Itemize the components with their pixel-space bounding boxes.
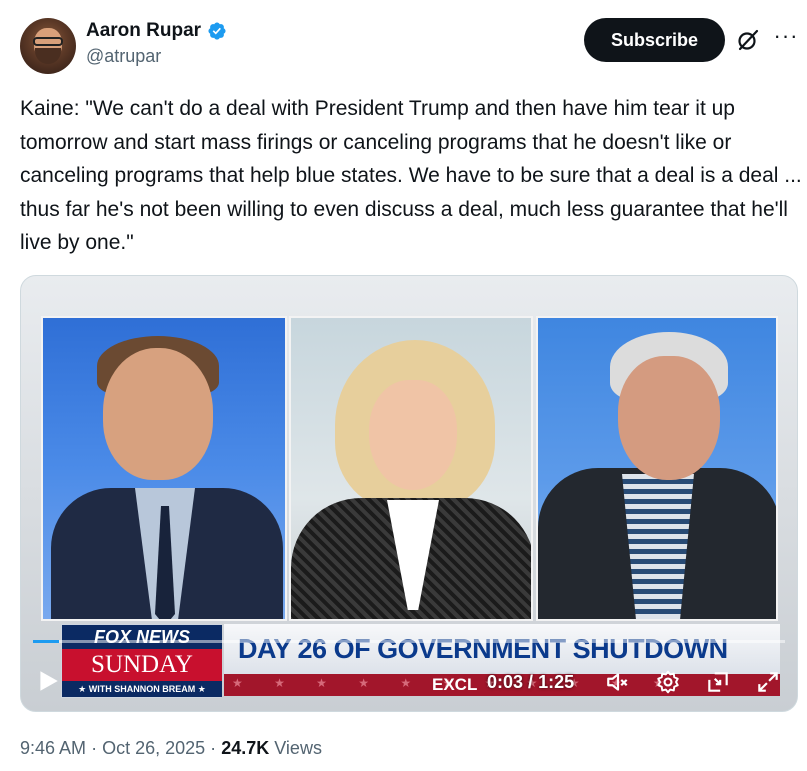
avatar-glasses	[33, 37, 63, 46]
network-logo-bottom: ★ WITH SHANNON BREAM ★	[62, 681, 222, 697]
tweet-text: Kaine: "We can't do a deal with Presiden…	[20, 97, 802, 254]
picture-in-picture-icon[interactable]	[705, 669, 731, 695]
headline-bar: DAY 26 OF GOVERNMENT SHUTDOWN	[224, 624, 780, 674]
news-headline: DAY 26 OF GOVERNMENT SHUTDOWN	[238, 634, 728, 664]
right-guest-face	[618, 356, 720, 480]
author-block: Aaron Rupar @atrupar	[86, 20, 227, 67]
host-face	[369, 380, 457, 490]
views-count: 24.7K	[221, 738, 270, 758]
views-label: Views	[274, 738, 322, 758]
video-time: 0:03 / 1:25	[487, 672, 574, 693]
author-name-row[interactable]: Aaron Rupar	[86, 20, 227, 42]
meta-separator: ·	[91, 738, 98, 758]
video-duration: 1:25	[538, 672, 575, 692]
avatar[interactable]	[20, 18, 76, 74]
grok-icon[interactable]	[736, 28, 760, 52]
video-player[interactable]: FOX NEWS SUNDAY ★ WITH SHANNON BREAM ★ D…	[20, 275, 798, 712]
meta-separator: ·	[210, 738, 217, 758]
author-handle[interactable]: @atrupar	[86, 46, 227, 67]
more-icon[interactable]: ···	[772, 24, 800, 52]
avatar-beard	[35, 48, 61, 64]
subscribe-button[interactable]: Subscribe	[584, 18, 725, 62]
fullscreen-icon[interactable]	[755, 669, 781, 695]
network-logo: FOX NEWS SUNDAY ★ WITH SHANNON BREAM ★	[61, 624, 222, 698]
settings-gear-icon[interactable]	[655, 669, 681, 695]
network-logo-top: FOX NEWS	[62, 625, 222, 649]
left-guest-head	[103, 348, 213, 480]
video-progress-bar[interactable]	[33, 640, 785, 643]
network-logo-mid: SUNDAY	[62, 649, 222, 681]
verified-badge-icon[interactable]	[207, 21, 227, 41]
tweet-header: Aaron Rupar @atrupar Subscribe ···	[20, 18, 800, 74]
video-panel-host	[289, 316, 533, 621]
tweet-time[interactable]: 9:46 AM	[20, 738, 86, 758]
tweet-date[interactable]: Oct 26, 2025	[102, 738, 205, 758]
play-icon[interactable]	[35, 668, 61, 694]
ticker-text: EXCL	[432, 675, 478, 694]
video-progress-fill	[33, 640, 60, 643]
mute-icon[interactable]	[605, 669, 631, 695]
video-current-time: 0:03	[487, 672, 524, 692]
video-panel-right	[536, 316, 778, 621]
tweet-meta: 9:46 AM · Oct 26, 2025 · 24.7K Views	[20, 738, 322, 759]
author-display-name[interactable]: Aaron Rupar	[86, 20, 201, 42]
video-time-separator: /	[528, 672, 534, 692]
video-panel-left	[41, 316, 287, 621]
